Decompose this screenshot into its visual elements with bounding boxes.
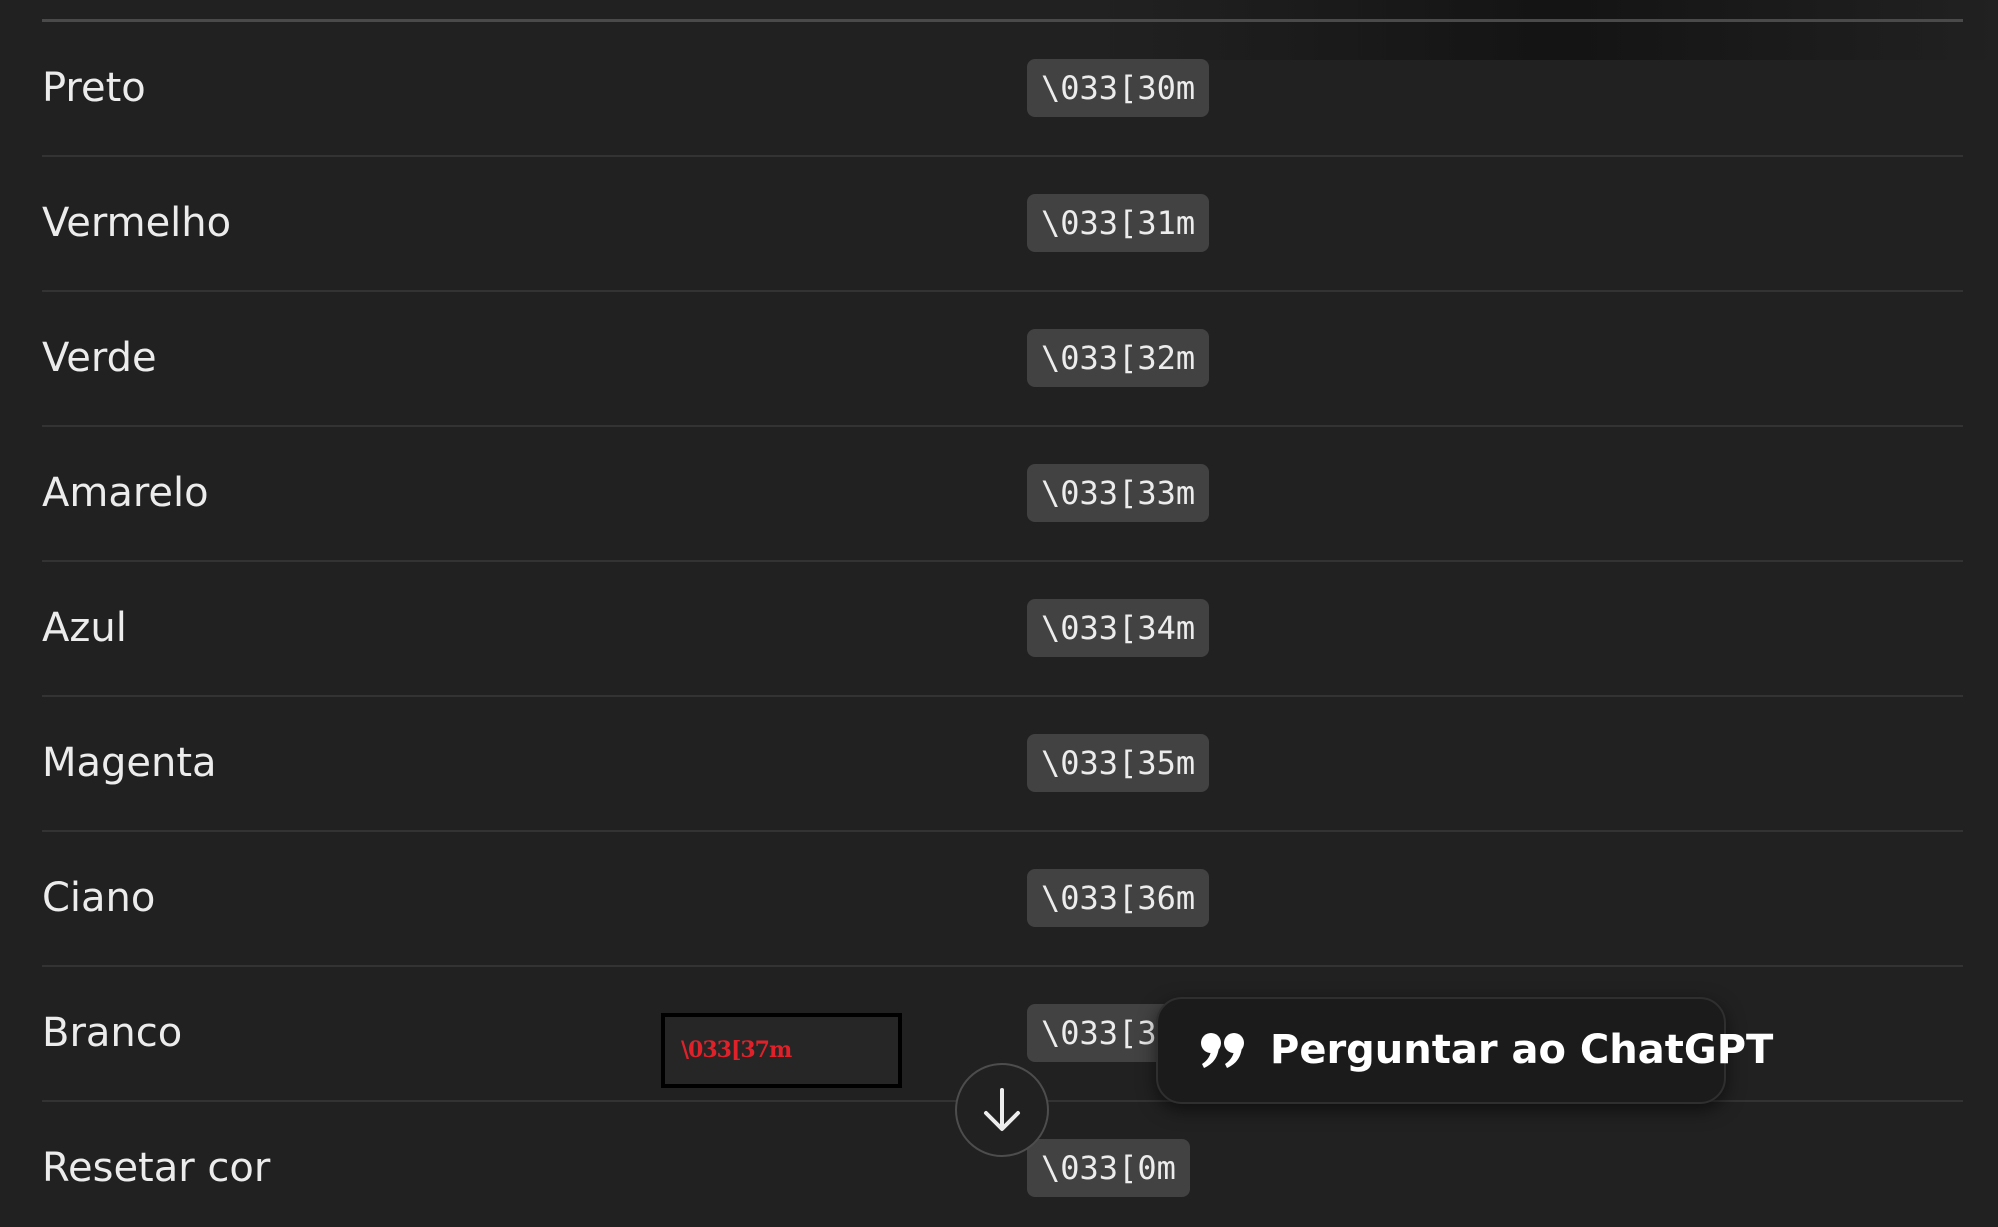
arrow-down-icon xyxy=(984,1088,1020,1131)
table-row: Ciano \033[36m xyxy=(42,832,1963,967)
table-row: Amarelo \033[33m xyxy=(42,427,1963,562)
table-row: Verde \033[32m xyxy=(42,292,1963,427)
chat-page: Preto \033[30m Vermelho \033[31m Verde \… xyxy=(0,0,1998,1227)
ansi-code: \033[32m xyxy=(1027,329,1210,387)
ansi-code: \033[30m xyxy=(1027,59,1210,117)
ansi-code: \033[0m xyxy=(1027,1139,1190,1197)
ansi-code: \033[3 xyxy=(1027,1004,1171,1062)
ansi-code: \033[31m xyxy=(1027,194,1210,252)
color-preview-box: \033[37m xyxy=(661,1013,902,1088)
scroll-to-bottom-button[interactable] xyxy=(955,1063,1049,1157)
table-row: Vermelho \033[31m xyxy=(42,157,1963,292)
color-preview-text: \033[37m xyxy=(681,1037,792,1063)
color-name: Amarelo xyxy=(42,470,209,516)
table-row: Preto \033[30m xyxy=(42,22,1963,157)
color-name: Ciano xyxy=(42,875,156,921)
ansi-code: \033[35m xyxy=(1027,734,1210,792)
ask-chatgpt-button[interactable]: Perguntar ao ChatGPT xyxy=(1156,997,1773,1104)
ask-chatgpt-label: Perguntar ao ChatGPT xyxy=(1270,1027,1774,1073)
ansi-code: \033[33m xyxy=(1027,464,1210,522)
color-name: Azul xyxy=(42,605,127,651)
color-name: Branco xyxy=(42,1010,183,1056)
ansi-code: \033[34m xyxy=(1027,599,1210,657)
quote-icon xyxy=(1201,1033,1244,1068)
table-row: Magenta \033[35m xyxy=(42,697,1963,832)
color-name: Resetar cor xyxy=(42,1145,271,1191)
table-row: Azul \033[34m xyxy=(42,562,1963,697)
color-name: Vermelho xyxy=(42,200,232,246)
ansi-code: \033[36m xyxy=(1027,869,1210,927)
color-name: Magenta xyxy=(42,740,217,786)
color-name: Verde xyxy=(42,335,157,381)
color-name: Preto xyxy=(42,65,146,111)
